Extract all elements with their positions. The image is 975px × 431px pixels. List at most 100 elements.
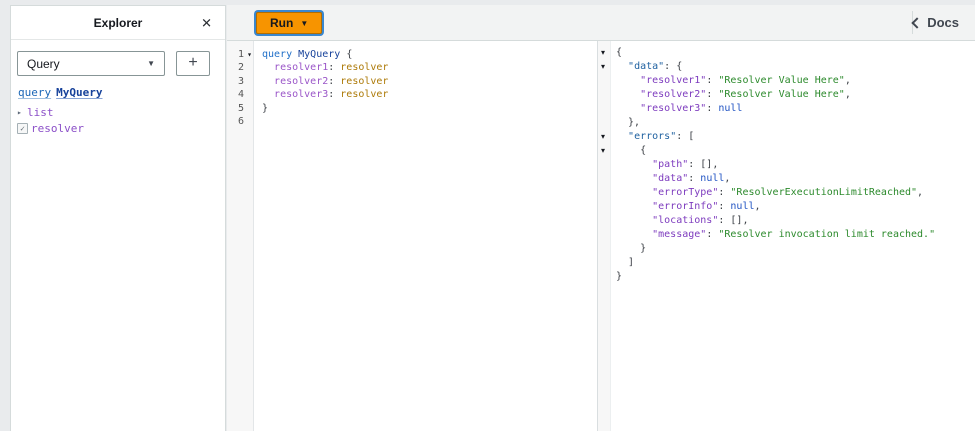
code-line: resolver3: resolver	[262, 88, 597, 101]
code-line: "resolver2": "Resolver Value Here",	[616, 88, 975, 102]
gutter-line: 4	[227, 88, 253, 101]
token-p: : {	[664, 61, 682, 72]
code-line	[262, 115, 597, 128]
code-line: }	[616, 270, 975, 284]
token-key2: "errorType"	[652, 187, 718, 198]
code-line: },	[616, 116, 975, 130]
token-p	[616, 173, 652, 184]
close-icon[interactable]: ✕	[201, 16, 212, 29]
add-operation-button[interactable]: +	[176, 51, 210, 76]
tree-item-label: resolver	[31, 122, 84, 135]
token-p: }	[262, 103, 268, 114]
token-p	[616, 187, 652, 198]
token-p: :	[718, 187, 730, 198]
token-alias: resolver2	[274, 76, 328, 87]
token-key2: "resolver1"	[640, 75, 706, 86]
token-str: "Resolver Value Here"	[718, 89, 844, 100]
token-field: resolver	[340, 76, 388, 87]
token-p	[616, 103, 640, 114]
code-line: "errorType": "ResolverExecutionLimitReac…	[616, 186, 975, 200]
explorer-header: Explorer ✕	[11, 6, 225, 40]
fold-arrow-icon[interactable]: ▾	[601, 46, 605, 60]
response-viewer[interactable]: { "data": { "resolver1": "Resolver Value…	[612, 41, 975, 431]
token-p: :	[328, 76, 340, 87]
gutter-line: 3	[227, 75, 253, 88]
run-button[interactable]: Run ▼	[256, 12, 322, 34]
token-alias: resolver1	[274, 62, 328, 73]
tree-item-resolver[interactable]: ✓ resolver	[17, 122, 219, 135]
fold-arrow-icon[interactable]: ▾	[601, 130, 605, 144]
token-p: {	[340, 49, 352, 60]
line-number: 4	[227, 88, 253, 101]
code-line: {	[616, 144, 975, 158]
token-p	[616, 61, 628, 72]
docs-button[interactable]: Docs	[913, 5, 959, 40]
editor-gutter: 1▾23456	[227, 41, 254, 431]
chevron-down-icon: ▼	[300, 19, 308, 28]
fold-arrow-icon[interactable]: ▾	[601, 144, 605, 158]
token-p: :	[328, 62, 340, 73]
code-line: "data": {	[616, 60, 975, 74]
token-kw: query	[262, 49, 292, 60]
token-key2: "data"	[652, 173, 688, 184]
operation-name: MyQuery	[56, 86, 102, 99]
fold-arrow-icon[interactable]: ▾	[601, 60, 605, 74]
token-p	[616, 159, 652, 170]
token-key1: "data"	[628, 61, 664, 72]
code-line: "errorInfo": null,	[616, 200, 975, 214]
fold-arrow-icon[interactable]: ▾	[247, 48, 252, 61]
gutter-line: 5	[227, 102, 253, 115]
code-line: "message": "Resolver invocation limit re…	[616, 228, 975, 242]
token-p: :	[706, 103, 718, 114]
token-p: :	[706, 229, 718, 240]
toolbar: Run ▼ Docs	[227, 5, 975, 41]
checkbox-checked-icon[interactable]: ✓	[17, 123, 28, 134]
token-key2: "errorInfo"	[652, 201, 718, 212]
token-p	[616, 201, 652, 212]
operation-keyword: query	[18, 86, 51, 99]
token-str: "Resolver invocation limit reached."	[718, 229, 935, 240]
token-p: ]	[616, 257, 634, 268]
code-line: query MyQuery {	[262, 48, 597, 61]
code-line: "errors": [	[616, 130, 975, 144]
code-line: "path": [],	[616, 158, 975, 172]
line-number: 6	[227, 115, 253, 128]
token-p: ,	[917, 187, 923, 198]
token-str: "ResolverExecutionLimitReached"	[730, 187, 917, 198]
line-number: 3	[227, 75, 253, 88]
token-p	[616, 75, 640, 86]
code-line: "data": null,	[616, 172, 975, 186]
token-p	[262, 76, 274, 87]
gutter-line: 6	[227, 115, 253, 128]
token-p: ,	[845, 75, 851, 86]
operation-type-select[interactable]: Query ▼	[17, 51, 165, 76]
code-line: {	[616, 46, 975, 60]
token-key1: "errors"	[628, 131, 676, 142]
tree-item-list[interactable]: ▸ list	[17, 106, 219, 119]
explorer-controls: Query ▼ +	[11, 40, 225, 76]
token-p: ,	[845, 89, 851, 100]
code-line: "resolver1": "Resolver Value Here",	[616, 74, 975, 88]
query-editor[interactable]: query MyQuery { resolver1: resolver reso…	[255, 41, 597, 431]
operation-row[interactable]: query MyQuery	[18, 86, 219, 99]
code-line: "resolver3": null	[616, 102, 975, 116]
token-key2: "locations"	[652, 215, 718, 226]
token-p: },	[616, 117, 640, 128]
code-line: }	[262, 102, 597, 115]
token-key2: "path"	[652, 159, 688, 170]
token-p: : [],	[688, 159, 718, 170]
code-line: resolver1: resolver	[262, 61, 597, 74]
gutter-line: 1▾	[227, 48, 253, 61]
token-p: ,	[755, 201, 761, 212]
chevron-down-icon: ▼	[147, 59, 155, 68]
token-field: resolver	[340, 89, 388, 100]
token-p	[616, 89, 640, 100]
token-null: null	[700, 173, 724, 184]
token-null: null	[730, 201, 754, 212]
operation-type-value: Query	[27, 57, 60, 71]
gutter-line: 2	[227, 61, 253, 74]
code-line: resolver2: resolver	[262, 75, 597, 88]
token-field: resolver	[340, 62, 388, 73]
expander-triangle-icon[interactable]: ▸	[17, 106, 25, 119]
explorer-title: Explorer	[94, 16, 143, 30]
